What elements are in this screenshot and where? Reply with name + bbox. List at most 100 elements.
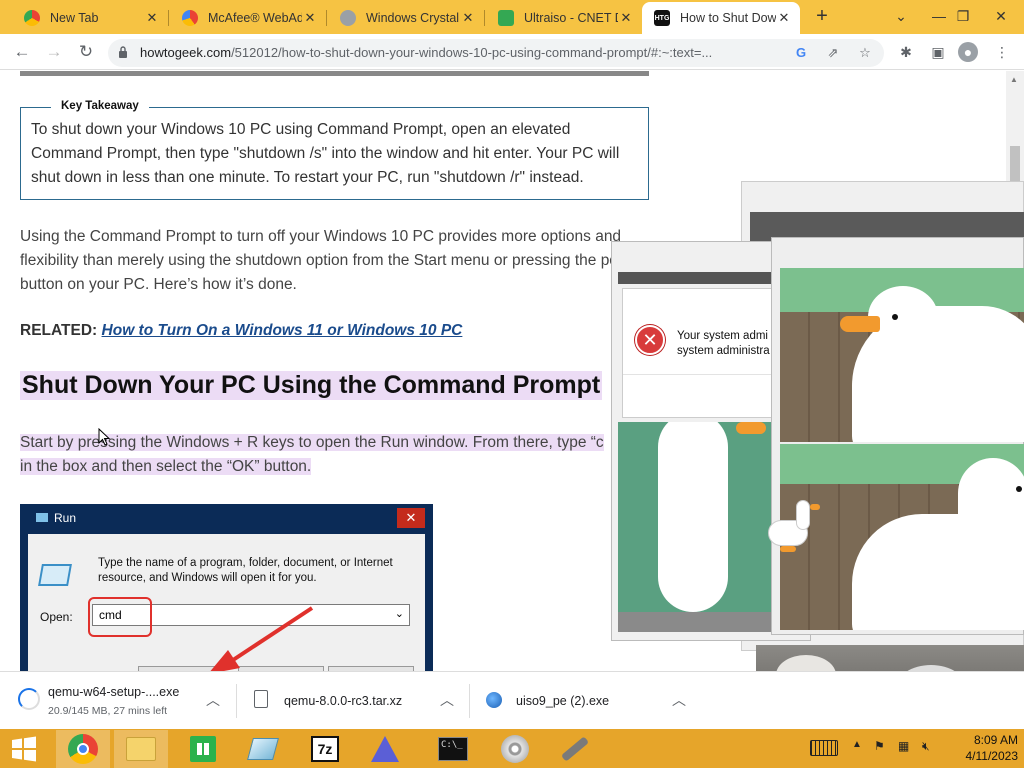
tab-strip: New Tab ✕ McAfee® WebAd ✕ Windows Crysta… <box>0 0 1024 34</box>
profile-avatar-icon[interactable]: ● <box>958 42 978 62</box>
triangle-app-icon <box>371 736 399 762</box>
side-panel-icon[interactable]: ▣ <box>928 42 948 62</box>
chevron-down-icon: ⌄ <box>394 608 404 620</box>
close-icon[interactable]: ✕ <box>302 10 318 26</box>
desktop-goose[interactable] <box>768 498 824 560</box>
wrench-icon <box>560 736 590 762</box>
bookmark-star-icon[interactable]: ☆ <box>856 44 874 62</box>
goose-scene-top <box>780 268 1024 442</box>
url-text: howtogeek.com/512012/how-to-shut-down-yo… <box>140 45 713 60</box>
clock[interactable]: 8:09 AM 4/11/2023 <box>948 732 1019 764</box>
store-icon <box>190 736 216 762</box>
tray-expand-icon[interactable]: ▲ <box>852 739 862 750</box>
mouse-cursor-icon <box>98 428 110 446</box>
htg-icon: HTG <box>654 10 670 26</box>
tab-how-to-shut-down[interactable]: HTG How to Shut Dow ✕ <box>642 2 800 34</box>
taskbar-store[interactable] <box>176 730 230 768</box>
lock-icon <box>119 46 127 58</box>
address-bar[interactable]: howtogeek.com/512012/how-to-shut-down-yo… <box>108 39 884 67</box>
share-icon[interactable]: ⇗ <box>824 44 842 62</box>
taskbar-disc[interactable] <box>488 730 542 768</box>
goose-neck <box>796 500 810 530</box>
browser-toolbar: ← → ↻ howtogeek.com/512012/how-to-shut-d… <box>0 34 1024 70</box>
exe-globe-icon <box>486 692 502 708</box>
close-icon[interactable]: ✕ <box>460 10 476 26</box>
taskbar-crystal-app[interactable] <box>236 730 290 768</box>
goose-beak <box>840 316 880 332</box>
menu-kebab-icon[interactable]: ⋮ <box>992 42 1012 62</box>
intro-paragraph: Using the Command Prompt to turn off you… <box>20 228 643 293</box>
mcafee-icon <box>182 10 198 26</box>
taskbar-tool[interactable] <box>548 730 602 768</box>
key-takeaway-title: Key Takeaway <box>51 100 149 112</box>
window-close-icon[interactable]: ✕ <box>978 0 1024 34</box>
goose-beak <box>810 504 820 510</box>
run-open-label: Open: <box>40 610 73 624</box>
error-icon: ✕ <box>635 325 665 355</box>
run-title: Run <box>36 511 76 525</box>
goose-eye <box>1016 486 1022 492</box>
taskbar-chrome[interactable] <box>56 730 110 768</box>
7zip-icon: 7z <box>311 736 339 762</box>
error-message: Your system admi system administra <box>677 330 770 357</box>
related-link[interactable]: How to Turn On a Windows 11 or Windows 1… <box>102 322 463 339</box>
taskbar-file-explorer[interactable] <box>114 730 168 768</box>
goose-body <box>658 422 728 612</box>
crystal-icon <box>247 738 279 760</box>
related-line: RELATED: How to Turn On a Windows 11 or … <box>20 322 463 339</box>
download-progress-icon <box>18 688 40 710</box>
windows-logo-icon <box>12 736 36 762</box>
step-paragraph: Start by pressing the Windows + R keys t… <box>20 434 604 475</box>
disc-icon <box>501 735 529 763</box>
reload-icon[interactable]: ↻ <box>74 40 98 64</box>
goose-eye <box>892 314 898 320</box>
keyboard-icon[interactable] <box>810 740 838 756</box>
taskbar-app-a[interactable] <box>358 730 412 768</box>
highlight-box <box>88 597 152 637</box>
network-icon[interactable]: ▦ <box>898 739 909 753</box>
download-item[interactable]: uiso9_pe (2).exe ︿ <box>486 680 696 722</box>
new-tab-button[interactable]: + <box>810 5 834 29</box>
file-icon <box>254 690 268 708</box>
tab-mcafee[interactable]: McAfee® WebAd ✕ <box>170 2 326 34</box>
tab-new-tab[interactable]: New Tab ✕ <box>12 2 168 34</box>
back-icon[interactable]: ← <box>10 40 34 64</box>
tab-ultraiso-cnet[interactable]: Ultraiso - CNET D ✕ <box>486 2 642 34</box>
run-close-icon: ✕ <box>397 508 425 528</box>
download-item[interactable]: qemu-w64-setup-....exe 20.9/145 MB, 27 m… <box>18 680 228 722</box>
close-icon[interactable]: ✕ <box>776 10 792 26</box>
flag-icon[interactable]: ⚑ <box>874 739 885 753</box>
image-edge <box>20 71 649 76</box>
goose-beak <box>736 422 766 434</box>
taskbar-7zip[interactable]: 7z <box>298 730 352 768</box>
taskbar: 7z C:\_ ▲ ⚑ ▦ 🔇︎ 8:09 AM 4/11/2023 <box>0 729 1024 768</box>
start-button[interactable] <box>0 730 48 768</box>
folder-icon <box>126 737 156 761</box>
goose-neck <box>958 458 1024 568</box>
google-lens-icon[interactable]: G <box>792 44 810 62</box>
tab-windows-crystal[interactable]: Windows Crystal ✕ <box>328 2 484 34</box>
red-arrow-icon <box>210 606 314 671</box>
chevron-up-icon[interactable]: ︿ <box>206 690 220 710</box>
scroll-up-icon[interactable]: ▲ <box>1010 75 1018 84</box>
section-heading: Shut Down Your PC Using the Command Prom… <box>20 371 603 400</box>
chrome-icon <box>24 10 40 26</box>
taskbar-cmd[interactable]: C:\_ <box>426 730 480 768</box>
goose-game-window <box>771 237 1024 635</box>
downloads-bar: qemu-w64-setup-....exe 20.9/145 MB, 27 m… <box>0 671 1024 729</box>
key-takeaway-body: To shut down your Windows 10 PC using Co… <box>31 121 620 186</box>
close-icon[interactable]: ✕ <box>618 10 634 26</box>
scrollbar-thumb[interactable] <box>1010 146 1020 181</box>
terminal-icon: C:\_ <box>438 737 468 761</box>
close-icon[interactable]: ✕ <box>144 10 160 26</box>
forward-icon[interactable]: → <box>42 40 66 64</box>
run-description: Type the name of a program, folder, docu… <box>98 557 393 584</box>
run-window-icon <box>36 513 48 522</box>
volume-muted-icon[interactable]: 🔇︎ <box>922 739 930 754</box>
chrome-icon <box>68 734 98 764</box>
run-dialog-image: Run ✕ Type the name of a program, folder… <box>20 504 433 671</box>
chevron-up-icon[interactable]: ︿ <box>440 690 454 710</box>
extensions-icon[interactable]: ✱ <box>896 42 916 62</box>
download-item[interactable]: qemu-8.0.0-rc3.tar.xz ︿ <box>254 680 464 722</box>
chevron-up-icon[interactable]: ︿ <box>672 690 686 710</box>
